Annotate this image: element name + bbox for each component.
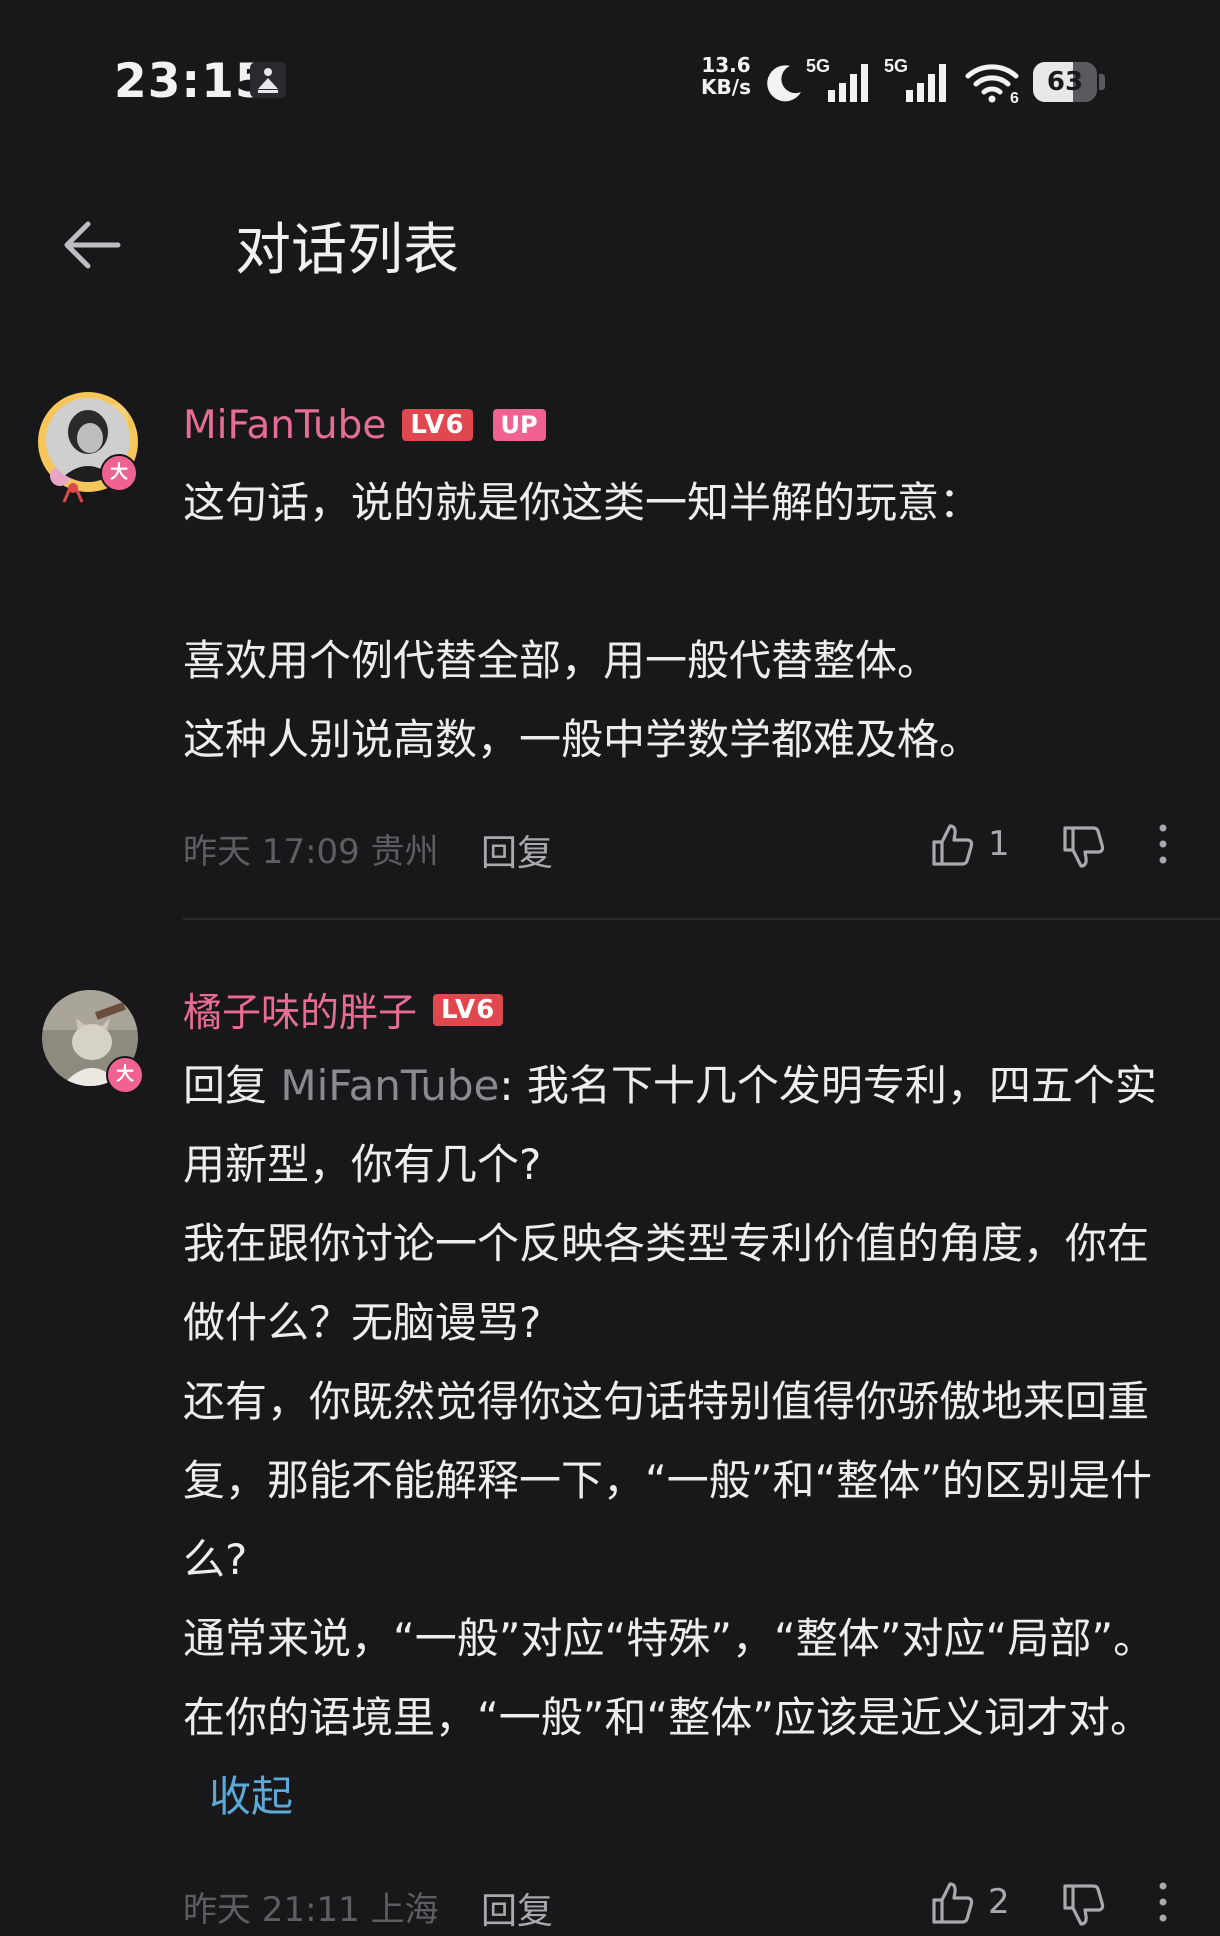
reply-target-username[interactable]: MiFanTube xyxy=(280,1061,499,1110)
username[interactable]: MiFanTube xyxy=(183,403,386,448)
thumbs-down-icon xyxy=(1063,826,1105,868)
thumbs-up-icon xyxy=(932,1882,974,1924)
thumbs-up-icon xyxy=(932,824,974,866)
reply-button[interactable]: 回复 xyxy=(481,824,553,876)
wifi-icon: 6 xyxy=(965,64,1019,104)
network-speed: 13.6 KB/s xyxy=(698,54,754,98)
status-time: 23:15 xyxy=(114,54,269,109)
avatar-badge: 大 xyxy=(106,1056,144,1094)
battery-level-text: 63 xyxy=(1046,67,1084,97)
comment-line: 这种人别说高数，一般中学数学都难及格。 xyxy=(183,715,982,764)
do-not-disturb-moon-icon xyxy=(767,65,801,102)
thumbs-down-icon xyxy=(1063,1884,1105,1926)
signal-5g-icon-1: 5G xyxy=(806,56,868,102)
like-count: 1 xyxy=(988,824,1010,864)
username-row: MiFanTube LV6 UP xyxy=(183,400,546,450)
reply-prefix: 回复 xyxy=(183,1061,281,1110)
comment-line: 通常来说，“一般”对应“特殊”，“整体”对应“局部”。在你的语境里，“一般”和“… xyxy=(183,1599,1173,1836)
signal1-label: 5G xyxy=(806,56,830,76)
avatar-frame[interactable]: 大 xyxy=(40,990,150,1100)
comment-line: 回复 MiFanTube: 我名下十几个发明专利，四五个实用新型，你有几个? xyxy=(183,1046,1173,1204)
more-vertical-icon xyxy=(1159,1882,1167,1922)
comment-line: 还有，你既然觉得你这句话特别值得你骄傲地来回重复，那能不能解释一下，“一般”和“… xyxy=(183,1377,1153,1584)
comment-text: 这句话，说的就是你这类一知半解的玩意： 喜欢用个例代替全部，用一般代替整体。 这… xyxy=(183,463,1173,779)
status-bar: 23:15 13.6 KB/s 5G 5G 6 63 xyxy=(0,0,1220,165)
comment-line-text: 通常来说，“一般”对应“特殊”，“整体”对应“局部”。在你的语境里，“一般”和“… xyxy=(183,1614,1156,1742)
reply-button[interactable]: 回复 xyxy=(481,1882,553,1934)
username[interactable]: 橘子味的胖子 xyxy=(183,982,417,1038)
comment-divider xyxy=(183,918,1220,920)
comment-date-location: 昨天 21:11 上海 xyxy=(183,1890,439,1930)
battery-indicator: 63 xyxy=(1033,62,1107,102)
network-speed-value: 13.6 xyxy=(701,53,751,77)
like-button[interactable]: 1 xyxy=(928,818,1038,874)
back-arrow-icon xyxy=(64,221,121,269)
level-badge: LV6 xyxy=(433,994,504,1026)
page-title: 对话列表 xyxy=(235,218,459,283)
comment-date-location: 昨天 17:09 贵州 xyxy=(183,832,439,872)
signal-5g-icon-2: 5G xyxy=(884,56,946,102)
comment-line: 这句话，说的就是你这类一知半解的玩意： xyxy=(183,478,982,527)
username-row: 橘子味的胖子 LV6 xyxy=(183,982,504,1038)
like-count: 2 xyxy=(988,1882,1010,1922)
like-button[interactable]: 2 xyxy=(928,1876,1038,1932)
header: 对话列表 xyxy=(0,165,1220,325)
collapse-link[interactable]: 收起 xyxy=(209,1772,293,1821)
dislike-button[interactable] xyxy=(1059,818,1115,874)
level-badge: LV6 xyxy=(402,409,473,441)
comment-meta-row: 昨天 17:09 贵州 回复 1 xyxy=(183,818,1220,878)
back-button[interactable] xyxy=(58,210,128,280)
wifi-label: 6 xyxy=(1010,90,1019,104)
comment-line xyxy=(183,542,1173,621)
up-badge: UP xyxy=(492,409,546,441)
comment-meta-row: 昨天 21:11 上海 回复 2 xyxy=(183,1876,1220,1936)
comment-line: 我在跟你讨论一个反映各类型专利价值的角度，你在做什么？无脑谩骂? xyxy=(183,1219,1150,1347)
more-options-button[interactable] xyxy=(1148,818,1178,874)
avatar-badge: 大 xyxy=(100,454,138,492)
more-options-button[interactable] xyxy=(1148,1876,1178,1932)
dislike-button[interactable] xyxy=(1059,1876,1115,1932)
network-speed-unit: KB/s xyxy=(701,75,751,99)
more-vertical-icon xyxy=(1159,824,1167,864)
signal2-label: 5G xyxy=(884,56,908,76)
comment-line: 喜欢用个例代替全部，用一般代替整体。 xyxy=(183,636,940,685)
comment-text: 回复 MiFanTube: 我名下十几个发明专利，四五个实用新型，你有几个? 我… xyxy=(183,1046,1173,1836)
notification-icon xyxy=(250,62,286,98)
avatar-frame[interactable]: 大 xyxy=(34,390,144,503)
